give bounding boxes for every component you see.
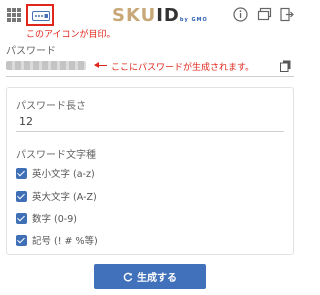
annotation-arrow bbox=[94, 62, 107, 68]
password-underline bbox=[6, 76, 294, 77]
generate-button-label: 生成する bbox=[137, 273, 177, 284]
password-value-blurred[interactable] bbox=[6, 61, 86, 70]
logo-id: ID bbox=[156, 5, 180, 26]
refresh-icon bbox=[123, 272, 133, 281]
skuid-logo: SKUIDby GMO bbox=[112, 5, 208, 27]
apps-grid-icon[interactable] bbox=[7, 8, 21, 22]
windows-icon[interactable] bbox=[257, 7, 272, 22]
length-input[interactable]: 12 bbox=[19, 115, 33, 128]
logout-icon[interactable] bbox=[279, 7, 294, 22]
option-lowercase[interactable]: 英小文字 (a-z) bbox=[16, 166, 95, 180]
logo-gmo: by GMO bbox=[179, 17, 208, 23]
password-label: パスワード bbox=[6, 46, 56, 57]
option-lowercase-label: 英小文字 (a-z) bbox=[32, 169, 95, 180]
checkbox-lowercase[interactable] bbox=[16, 167, 27, 179]
extension-icon-highlight bbox=[26, 4, 54, 26]
password-generator-icon[interactable] bbox=[32, 11, 50, 21]
logo-sku: SKU bbox=[112, 5, 157, 26]
info-icon[interactable] bbox=[233, 7, 248, 22]
option-symbols-label: 記号 (! # %等) bbox=[32, 236, 98, 247]
checkbox-symbols[interactable] bbox=[16, 234, 27, 246]
checkbox-digits[interactable] bbox=[16, 212, 27, 224]
icon-annotation: このアイコンが目印。 bbox=[26, 30, 116, 40]
length-underline bbox=[16, 131, 284, 132]
option-uppercase[interactable]: 英大文字 (A-Z) bbox=[16, 189, 97, 203]
copy-icon[interactable] bbox=[280, 60, 291, 72]
option-digits-label: 数字 (0-9) bbox=[32, 214, 77, 225]
checkbox-uppercase[interactable] bbox=[16, 190, 27, 202]
length-label: パスワード長さ bbox=[16, 101, 86, 112]
generate-button[interactable]: 生成する bbox=[94, 264, 206, 289]
option-uppercase-label: 英大文字 (A-Z) bbox=[32, 192, 97, 203]
option-symbols[interactable]: 記号 (! # %等) bbox=[16, 233, 98, 247]
option-digits[interactable]: 数字 (0-9) bbox=[16, 211, 77, 225]
password-annotation: ここにパスワードが生成されます。 bbox=[111, 63, 255, 73]
charset-label: パスワード文字種 bbox=[16, 150, 96, 161]
